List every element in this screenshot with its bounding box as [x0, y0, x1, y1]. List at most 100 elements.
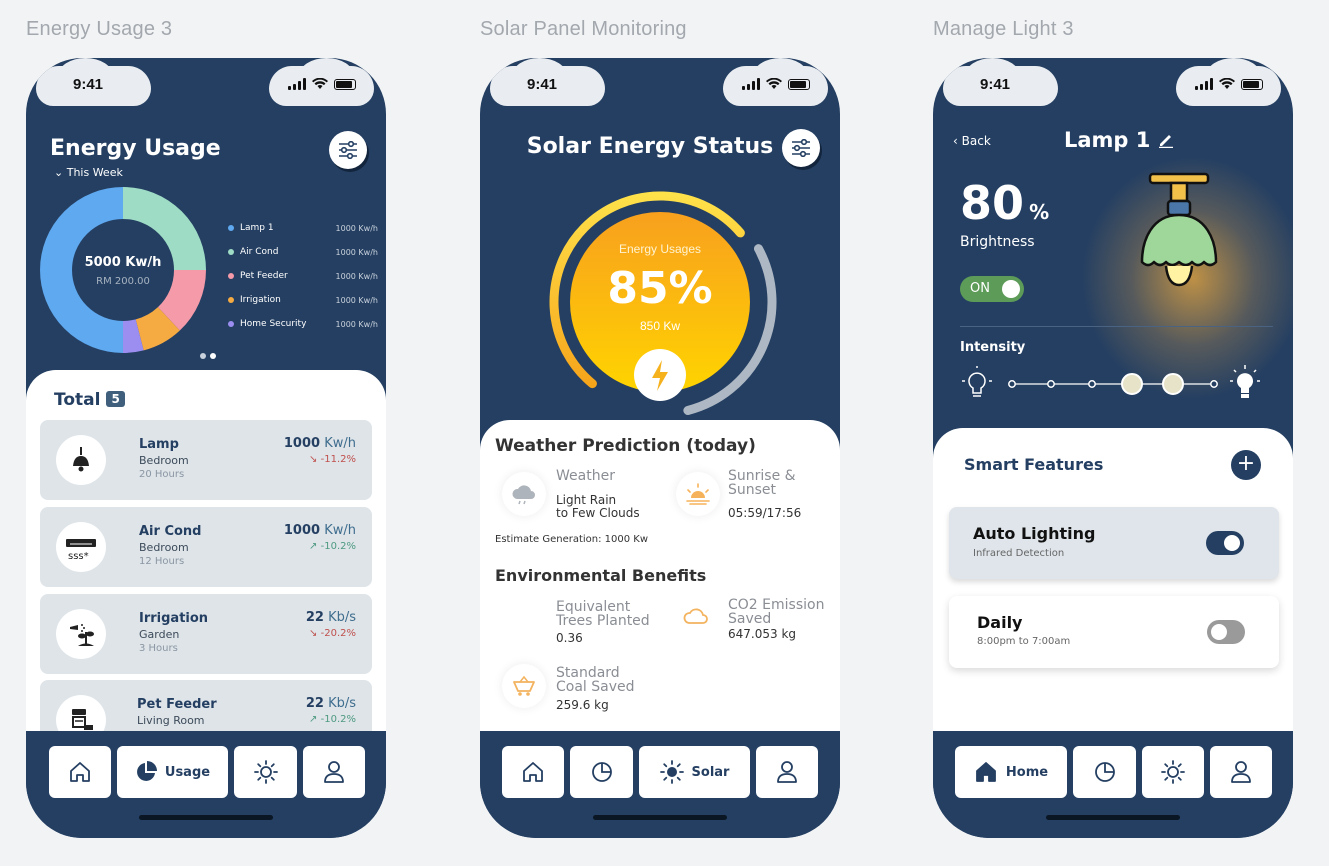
total-heading: Total 5	[54, 390, 125, 410]
device-card-lamp[interactable]: Lamp Bedroom 20 Hours 1000 Kw/h ↘ -11.2%	[40, 420, 372, 500]
device-usage: 1000 Kw/h	[284, 436, 356, 451]
nav-home-label: Home	[1005, 764, 1049, 780]
device-room: Bedroom	[139, 454, 189, 467]
brightness-readout: 80 %	[960, 176, 1049, 230]
estimate-generation: Estimate Generation: 1000 Kw	[495, 534, 649, 545]
brightness-unit: %	[1029, 200, 1050, 224]
bottom-nav: Home	[933, 731, 1293, 838]
brightness-label: Brightness	[960, 234, 1035, 250]
device-change: ↗ -10.2%	[309, 714, 356, 725]
sunrise-value: 05:59/17:56	[728, 506, 802, 520]
total-label: Total	[54, 390, 101, 410]
gauge-value: 850 Kw	[640, 319, 680, 333]
device-title: Lamp 1	[1064, 128, 1151, 152]
wifi-icon	[312, 78, 328, 89]
status-time: 9:41	[73, 76, 104, 93]
sunrise-label-1: Sunrise &	[728, 468, 796, 484]
intensity-thumb[interactable]	[1162, 373, 1184, 395]
sun-icon	[1161, 760, 1185, 784]
intensity-thumb[interactable]	[1121, 373, 1143, 395]
trees-value: 0.36	[556, 631, 583, 645]
device-hours: 12 Hours	[139, 556, 185, 567]
weather-sheet: Weather Prediction (today) Weather Light…	[480, 420, 840, 740]
nav-usage-button[interactable]	[1073, 746, 1136, 798]
filter-button[interactable]	[782, 129, 820, 167]
nav-solar-button[interactable]: Solar	[639, 746, 750, 798]
home-indicator	[593, 815, 727, 820]
air-conditioner-icon: ꜱꜱꜱ*	[56, 522, 106, 572]
device-title-row: Lamp 1	[1064, 128, 1174, 152]
weather-line-2: to Few Clouds	[556, 506, 640, 520]
intensity-stop[interactable]	[1047, 380, 1055, 388]
device-change-value: -20.2%	[320, 628, 356, 639]
device-name: Pet Feeder	[137, 697, 217, 712]
device-change-value: -10.2%	[320, 541, 356, 552]
co2-cloud-icon	[674, 595, 718, 639]
device-room: Living Room	[137, 714, 205, 727]
power-toggle[interactable]: ON	[960, 276, 1024, 302]
cloud-rain-icon	[502, 472, 546, 516]
filter-button[interactable]	[329, 131, 367, 169]
battery-icon	[1241, 79, 1263, 90]
nav-home-button[interactable]	[49, 746, 111, 798]
device-card-irrigation[interactable]: Irrigation Garden 3 Hours 22 Kb/s ↘ -20.…	[40, 594, 372, 674]
nav-usage-button[interactable]	[570, 746, 633, 798]
divider	[960, 326, 1273, 327]
nav-home-button[interactable]	[502, 746, 564, 798]
phone-solar-monitoring: 9:41 Solar Energy Status Energy Usages 8…	[480, 58, 840, 838]
total-count-badge: 5	[106, 391, 125, 407]
smart-features-heading: Smart Features	[964, 455, 1104, 474]
co2-label-2: Saved	[728, 611, 772, 627]
intensity-stop[interactable]	[1088, 380, 1096, 388]
device-usage-value: 1000	[283, 436, 321, 451]
donut-segment-lamp-1	[40, 187, 124, 353]
intensity-label: Intensity	[960, 340, 1026, 355]
feature-toggle[interactable]	[1207, 620, 1245, 644]
device-room: Bedroom	[139, 541, 189, 554]
feature-card-auto-lighting[interactable]: Auto Lighting Infrared Detection	[949, 507, 1279, 579]
pendant-lamp-icon	[56, 435, 106, 485]
power-label: ON	[970, 281, 990, 296]
wifi-icon	[766, 78, 782, 89]
bulb-off-icon	[962, 366, 992, 397]
home-indicator	[139, 815, 273, 820]
nav-profile-button[interactable]	[303, 746, 365, 798]
feature-toggle[interactable]	[1206, 531, 1244, 555]
nav-profile-button[interactable]	[1210, 746, 1272, 798]
intensity-stop[interactable]	[1210, 380, 1218, 388]
device-usage-unit: Kb/s	[328, 696, 356, 711]
legend-label: Irrigation	[240, 295, 281, 305]
device-hours: 20 Hours	[139, 469, 185, 480]
edit-pencil-icon[interactable]	[1158, 132, 1174, 149]
feature-card-daily[interactable]: Daily 8:00pm to 7:00am	[949, 596, 1279, 668]
donut-segment-pet-feeder	[157, 269, 206, 331]
nav-home-button[interactable]: Home	[955, 746, 1067, 798]
pie-chart-icon	[136, 761, 157, 781]
device-name: Lamp	[139, 437, 179, 452]
environmental-heading: Environmental Benefits	[495, 566, 707, 585]
add-feature-button[interactable]: +	[1231, 450, 1261, 480]
device-room: Garden	[139, 628, 180, 641]
intensity-stop[interactable]	[1008, 380, 1016, 388]
device-usage: 22 Kb/s	[306, 610, 356, 625]
nav-usage-button[interactable]: Usage	[117, 746, 228, 798]
nav-profile-button[interactable]	[756, 746, 818, 798]
period-dropdown[interactable]: ⌄ This Week	[54, 166, 123, 179]
co2-label-1: CO2 Emission	[728, 597, 825, 613]
home-icon	[70, 762, 90, 782]
home-indicator	[1046, 815, 1180, 820]
nav-solar-button[interactable]	[234, 746, 297, 798]
trend-down-icon: ↘	[309, 454, 318, 465]
frame-title-energy-usage: Energy Usage 3	[26, 18, 173, 40]
nav-solar-button[interactable]	[1142, 746, 1204, 798]
intensity-slider[interactable]	[960, 364, 1275, 404]
status-bar: 9:41	[933, 58, 1293, 106]
gauge-percent: 85%	[607, 263, 712, 314]
chevron-left-icon: ‹	[953, 134, 958, 148]
legend-value: 1000 Kw/h	[335, 271, 378, 281]
feature-name: Auto Lighting	[973, 524, 1096, 543]
back-button[interactable]: ‹ Back	[953, 134, 991, 148]
svg-text:ꜱꜱꜱ*: ꜱꜱꜱ*	[68, 551, 89, 562]
device-card-air-cond[interactable]: ꜱꜱꜱ* Air Cond Bedroom 12 Hours 1000 Kw/h…	[40, 507, 372, 587]
pagination-dots[interactable]	[200, 353, 216, 359]
